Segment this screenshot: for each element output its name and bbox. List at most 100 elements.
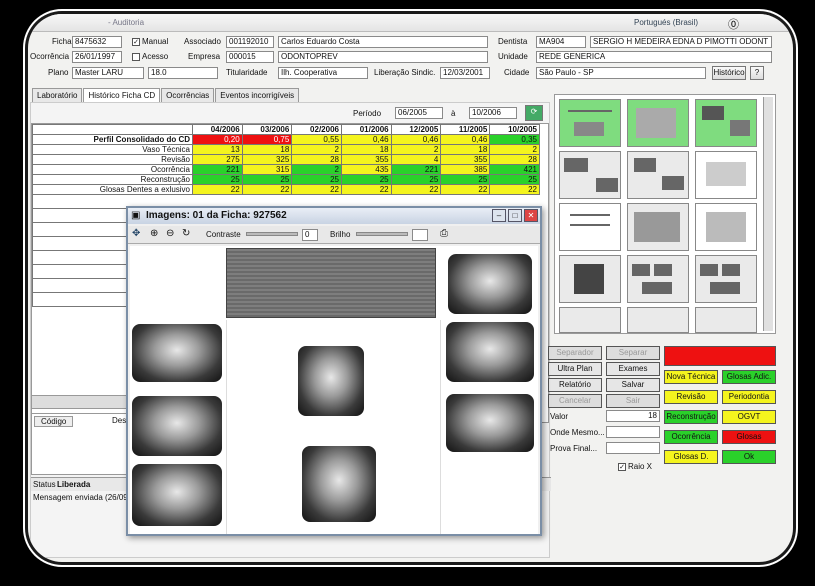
associado-name-field[interactable]: Carlos Eduardo Costa [278, 36, 488, 48]
xray-image[interactable] [446, 394, 534, 452]
table-row[interactable]: Vaso Técnica 13 18 2 18 2 18 2 [32, 144, 540, 155]
manual-checkbox[interactable]: ✓ Manual [132, 37, 168, 46]
rotate-icon[interactable]: ↻ [182, 228, 190, 239]
table-cell[interactable]: 2 [489, 144, 540, 155]
help-button[interactable]: ? [750, 66, 764, 80]
table-cell[interactable]: 13 [192, 144, 243, 155]
header-codigo[interactable]: Código [34, 416, 74, 427]
liberacao-field[interactable]: 12/03/2001 [440, 67, 490, 79]
table-cell[interactable]: 25 [390, 174, 442, 185]
thumbnail[interactable] [559, 151, 621, 199]
empresa-name-field[interactable]: ODONTOPREV [278, 51, 488, 63]
tab-historico[interactable]: Histórico Ficha CD [83, 88, 161, 102]
table-cell[interactable]: 325 [241, 154, 293, 165]
table-cell[interactable]: 28 [489, 154, 540, 165]
table-cell[interactable]: 18 [340, 144, 392, 155]
thumbnail[interactable] [559, 99, 621, 147]
titularidade-field[interactable]: Ilh. Cooperativa [278, 67, 368, 79]
status-button[interactable]: Glosas Adic. [722, 370, 776, 384]
move-icon[interactable]: ✥ [132, 228, 140, 239]
table-row[interactable]: Revisão 275 325 28 355 4 355 28 [32, 154, 540, 165]
sair-button[interactable]: Sair [606, 394, 660, 408]
status-button[interactable]: Revisão [664, 390, 718, 404]
zoom-in-icon[interactable]: ⊕ [150, 228, 158, 239]
xray-image[interactable] [446, 322, 534, 382]
table-cell[interactable]: 385 [440, 164, 491, 175]
table-cell[interactable]: 0,46 [340, 134, 392, 145]
table-cell[interactable]: 2 [390, 144, 442, 155]
brightness-slider[interactable] [356, 232, 408, 236]
separar-button[interactable]: Separar [606, 346, 660, 360]
print-icon[interactable]: ⎙ [440, 228, 448, 239]
empresa-field[interactable]: 000015 [226, 51, 274, 63]
thumbnail[interactable] [627, 255, 689, 303]
table-row[interactable]: Glosas Dentes a exlusivo 22 22 22 22 22 22 22 [32, 184, 540, 195]
tab-ocorrencias[interactable]: Ocorrências [161, 88, 215, 102]
tab-laboratorio[interactable]: Laboratório [32, 88, 83, 102]
xray-image[interactable] [298, 346, 364, 416]
xray-image[interactable] [448, 254, 532, 314]
table-cell[interactable]: 22 [390, 184, 442, 195]
table-cell[interactable]: 421 [489, 164, 540, 175]
table-row[interactable]: Ocorrência 221 315 2 435 221 385 421 [32, 164, 540, 175]
table-cell[interactable]: 25 [440, 174, 491, 185]
table-cell[interactable]: 4 [390, 154, 442, 165]
table-cell[interactable]: 22 [340, 184, 392, 195]
table-cell[interactable]: 22 [192, 184, 243, 195]
xray-image[interactable] [132, 324, 222, 382]
associado-field[interactable]: 001192010 [226, 36, 274, 48]
table-cell[interactable]: 2 [291, 164, 342, 175]
thumbnail[interactable] [627, 99, 689, 147]
thumbnail[interactable] [627, 203, 689, 251]
period-to-select[interactable]: 10/2006 [469, 107, 517, 119]
table-cell[interactable]: 28 [291, 154, 342, 165]
thumbnail[interactable] [695, 99, 757, 147]
prova-field[interactable] [606, 442, 660, 454]
thumbnail[interactable] [559, 255, 621, 303]
table-cell[interactable]: 22 [489, 184, 540, 195]
table-cell[interactable]: 221 [390, 164, 442, 175]
status-button[interactable]: Reconstrução [664, 410, 718, 424]
period-from-select[interactable]: 06/2005 [395, 107, 443, 119]
separador-button[interactable]: Separador [548, 346, 602, 360]
table-cell[interactable]: 0,55 [291, 134, 342, 145]
status-button[interactable]: Nova Técnica [664, 370, 718, 384]
thumbnail[interactable] [695, 255, 757, 303]
gallery-scrollbar[interactable] [763, 97, 773, 331]
acesso-checkbox[interactable]: Acesso [132, 52, 168, 61]
xray-image[interactable] [302, 446, 376, 522]
thumbnail[interactable] [559, 203, 621, 251]
table-cell[interactable]: 0,46 [440, 134, 491, 145]
table-cell[interactable]: 0,20 [192, 134, 243, 145]
status-button[interactable]: Glosas [722, 430, 776, 444]
onde-field[interactable] [606, 426, 660, 438]
plano-code-field[interactable]: 18.0 [148, 67, 218, 79]
xray-image[interactable] [132, 396, 222, 456]
valor-field[interactable]: 18 [606, 410, 660, 422]
brightness-value[interactable] [412, 229, 428, 241]
status-button[interactable]: Glosas D. [664, 450, 718, 464]
thumbnail[interactable] [559, 307, 621, 333]
contrast-value[interactable]: 0 [302, 229, 318, 241]
table-row[interactable]: Reconstrução 25 25 25 25 25 25 25 [32, 174, 540, 185]
unidade-field[interactable]: REDE GENERICA [536, 51, 772, 63]
horizontal-scrollbar[interactable] [31, 395, 127, 409]
language-indicator[interactable]: Portugués (Brasil) [634, 18, 698, 27]
table-cell[interactable]: 0,46 [390, 134, 442, 145]
relatorio-button[interactable]: Relatório [548, 378, 602, 392]
help-icon[interactable]: ⓪ [728, 16, 739, 32]
document-scan[interactable] [226, 248, 436, 318]
thumbnail[interactable] [695, 151, 757, 199]
thumbnail[interactable] [627, 151, 689, 199]
table-cell[interactable]: 25 [241, 174, 293, 185]
table-cell[interactable]: 355 [340, 154, 392, 165]
table-cell[interactable]: 25 [192, 174, 243, 185]
table-cell[interactable]: 275 [192, 154, 243, 165]
ultra-plan-button[interactable]: Ultra Plan [548, 362, 602, 376]
header-des[interactable]: Des [112, 416, 126, 425]
thumbnail[interactable] [695, 307, 757, 333]
thumbnail[interactable] [695, 203, 757, 251]
table-cell[interactable]: 22 [241, 184, 293, 195]
dentista-field[interactable]: MA904 [536, 36, 586, 48]
table-cell[interactable]: 25 [489, 174, 540, 185]
